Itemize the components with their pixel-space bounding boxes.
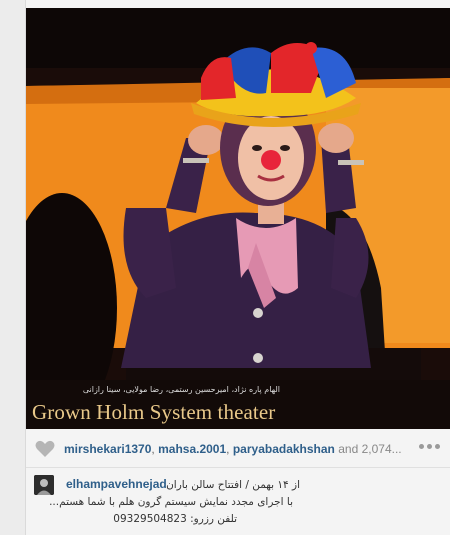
comment-line: تلفن رزرو: 09329504823	[113, 513, 237, 525]
more-options-button[interactable]	[419, 444, 440, 449]
more-dots-icon	[427, 444, 432, 449]
likers-list: mirshekari1370, mahsa.2001, paryabadakhs…	[64, 442, 402, 456]
photo-title-overlay: Grown Holm System theater	[32, 400, 276, 424]
caption-comment: elhampavehnejad از ۱۴ بهمن / افتتاح سالن…	[26, 469, 450, 535]
comment-line: با اجرای مجدد نمایش سیستم گرون هلم با شم…	[49, 496, 293, 508]
liker-link[interactable]: mirshekari1370	[64, 442, 151, 456]
more-dots-icon	[435, 444, 440, 449]
comment-line: از ۱۴ بهمن / افتتاح سالن باران	[166, 479, 300, 491]
instagram-post-page: الهام پاره نژاد، امیرحسین رستمی، رضا مول…	[0, 0, 450, 535]
photo-credits-overlay: الهام پاره نژاد، امیرحسین رستمی، رضا مول…	[82, 385, 280, 394]
heart-icon	[35, 440, 55, 457]
more-dots-icon	[419, 444, 424, 449]
avatar[interactable]	[34, 475, 54, 495]
post-photo[interactable]: الهام پاره نژاد، امیرحسین رستمی، رضا مول…	[26, 8, 450, 429]
post-card: الهام پاره نژاد، امیرحسین رستمی، رضا مول…	[26, 0, 450, 535]
user-avatar-icon	[34, 475, 54, 495]
likes-bar: mirshekari1370, mahsa.2001, paryabadakhs…	[26, 430, 450, 468]
clown-photo-illustration	[26, 8, 450, 429]
liker-link[interactable]: paryabadakhshan	[233, 442, 335, 456]
liker-link[interactable]: mahsa.2001	[158, 442, 226, 456]
liker-separator: ,	[226, 441, 230, 456]
liker-separator: ,	[151, 441, 155, 456]
comment-username[interactable]: elhampavehnejad	[66, 477, 167, 491]
left-gutter	[0, 0, 26, 535]
more-likers-link[interactable]: and 2,074...	[338, 442, 401, 456]
like-button[interactable]	[26, 430, 64, 468]
